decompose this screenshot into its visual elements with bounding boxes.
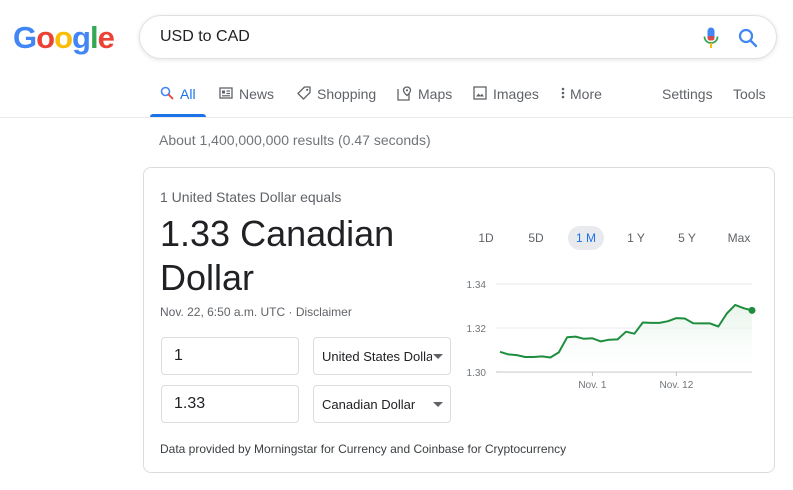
logo-letter: g: [72, 20, 91, 55]
last-point: [748, 306, 756, 314]
x-tick-label: Nov. 1: [578, 380, 607, 391]
from-currency-value: United States Dollar: [322, 349, 432, 364]
series-area: [500, 304, 752, 372]
more-vert-icon: [561, 86, 565, 103]
tabs-divider: [0, 117, 793, 118]
logo-letter: o: [36, 20, 55, 55]
tools-label: Tools: [733, 86, 766, 102]
map-pin-icon: [397, 86, 412, 104]
to-amount-input[interactable]: [161, 385, 299, 423]
currency-converter-card: 1 United States Dollar equals 1.33 Canad…: [143, 167, 775, 473]
y-tick-label: 1.30: [467, 368, 487, 379]
settings-link[interactable]: Settings: [662, 86, 713, 114]
tab-label: Maps: [418, 86, 453, 102]
y-tick-label: 1.32: [467, 324, 487, 335]
range-5d[interactable]: 5D: [520, 226, 552, 250]
logo-letter: o: [54, 20, 73, 55]
image-icon: [473, 86, 487, 103]
to-currency-value: Canadian Dollar: [322, 397, 416, 412]
search-tabs: All News Shopping Maps Images More Setti…: [0, 83, 793, 117]
converted-value: 1.33 Canadian Dollar: [160, 213, 395, 298]
data-attribution: Data provided by Morningstar for Currenc…: [160, 442, 567, 456]
to-currency-select[interactable]: Canadian Dollar: [313, 385, 451, 423]
disclaimer-link[interactable]: Disclaimer: [296, 305, 352, 319]
logo-letter: G: [13, 20, 37, 55]
settings-label: Settings: [662, 86, 713, 102]
x-tick-label: Nov. 12: [660, 380, 694, 391]
logo-letter: e: [97, 20, 115, 55]
tab-label: All: [180, 86, 196, 102]
google-logo[interactable]: Google: [13, 20, 115, 56]
tools-link[interactable]: Tools: [733, 86, 766, 114]
tab-images[interactable]: Images: [473, 86, 539, 114]
tab-label: News: [239, 86, 275, 102]
tab-shopping[interactable]: Shopping: [297, 86, 376, 114]
range-1d[interactable]: 1D: [470, 226, 502, 250]
result-stats: About 1,400,000,000 results (0.47 second…: [159, 132, 431, 148]
tab-all[interactable]: All: [160, 86, 196, 114]
exchange-rate-chart[interactable]: 1.34 1.32 1.30 Nov. 1 Nov. 12: [450, 264, 766, 406]
search-input[interactable]: [160, 26, 680, 48]
range-5y[interactable]: 5 Y: [671, 226, 703, 250]
range-1y[interactable]: 1 Y: [620, 226, 652, 250]
tag-icon: [297, 86, 311, 103]
tab-maps[interactable]: Maps: [397, 86, 452, 114]
equals-label: 1 United States Dollar equals: [160, 189, 342, 205]
mic-icon[interactable]: [703, 27, 719, 49]
search-icon[interactable]: [738, 28, 758, 48]
news-icon: [219, 86, 233, 103]
range-1m[interactable]: 1 M: [568, 226, 604, 250]
timestamp-text: Nov. 22, 6:50 a.m. UTC ·: [160, 305, 296, 319]
search-icon: [160, 86, 174, 103]
search-box: [139, 15, 777, 59]
from-amount-input[interactable]: [161, 337, 299, 375]
chevron-down-icon: [433, 402, 443, 407]
update-timestamp: Nov. 22, 6:50 a.m. UTC · Disclaimer: [160, 305, 352, 319]
tab-more[interactable]: More: [561, 86, 602, 114]
chevron-down-icon: [433, 354, 443, 359]
tab-label: More: [570, 86, 602, 102]
tab-news[interactable]: News: [219, 86, 274, 114]
tab-label: Shopping: [317, 86, 377, 102]
range-max[interactable]: Max: [720, 226, 758, 250]
y-tick-label: 1.34: [467, 280, 487, 291]
tab-label: Images: [493, 86, 539, 102]
logo-letter: l: [89, 20, 99, 55]
from-currency-select[interactable]: United States Dollar: [313, 337, 451, 375]
